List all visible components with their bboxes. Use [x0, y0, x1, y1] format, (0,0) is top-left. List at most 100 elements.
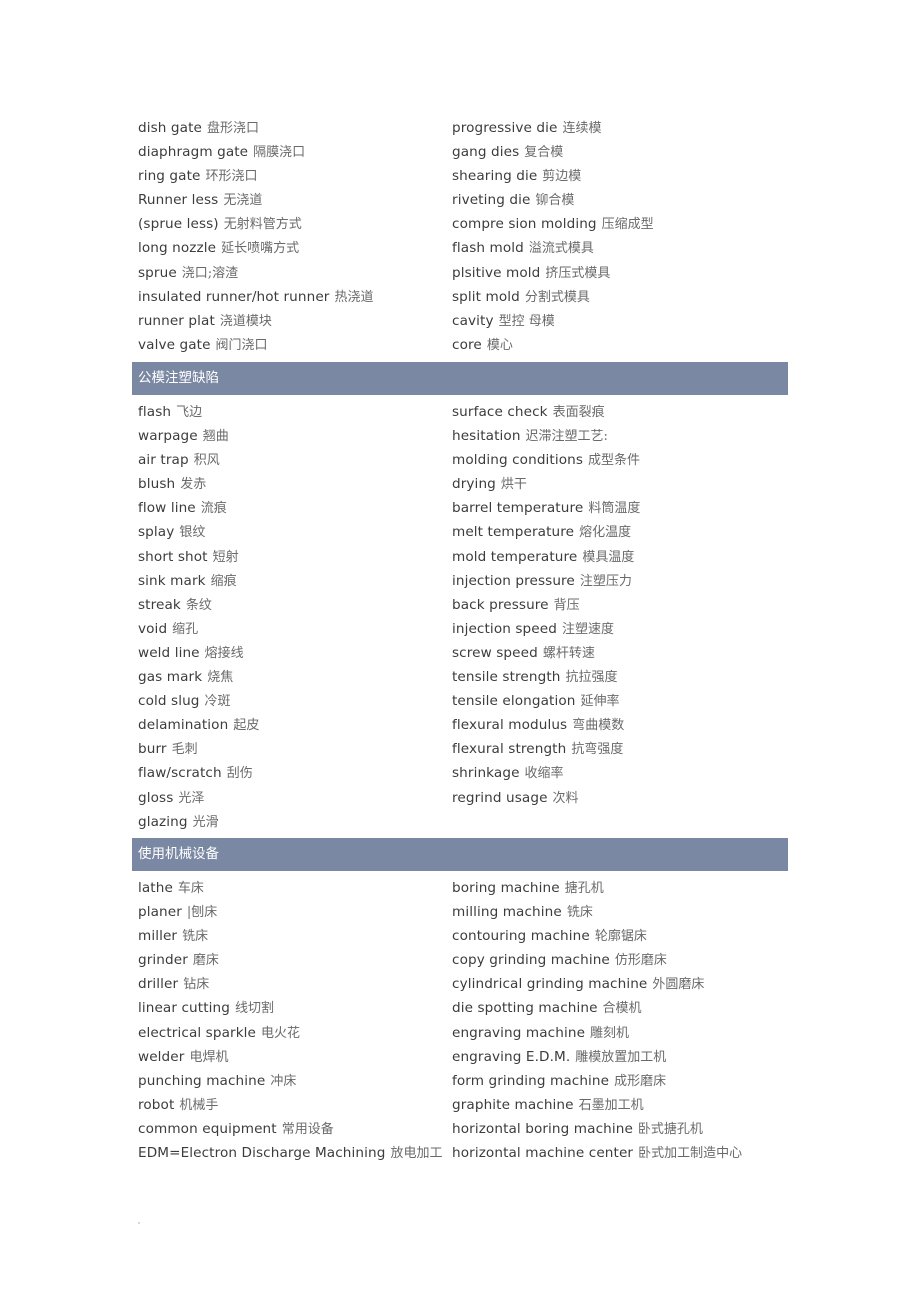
glossary-entry: sprue 浇口;溶渣 — [132, 261, 446, 285]
term-chinese: 表面裂痕 — [552, 405, 605, 420]
glossary-entry: dish gate 盘形浇口 — [132, 116, 446, 140]
term-chinese: 抗弯强度 — [571, 742, 624, 758]
term-english: delamination — [138, 717, 229, 734]
glossary-entry: split mold 分割式模具 — [446, 285, 788, 309]
glossary-entry: drying 烘干 — [446, 472, 788, 496]
glossary-entry: glazing 光滑 — [132, 810, 446, 834]
term-english: splay — [138, 524, 175, 541]
term-english: injection pressure — [452, 572, 575, 589]
term-english: gloss — [138, 789, 174, 806]
term-chinese: 雕刻机 — [590, 1025, 630, 1041]
glossary-entry: flash mold 溢流式模具 — [446, 236, 788, 260]
glossary-entry: flexural strength 抗弯强度 — [446, 737, 788, 761]
term-chinese: 石墨加工机 — [578, 1097, 644, 1113]
term-chinese: 环形浇口 — [205, 169, 258, 185]
term-chinese: 次料 — [552, 790, 579, 806]
glossary-entry: graphite machine 石墨加工机 — [446, 1093, 788, 1117]
term-english: long nozzle — [138, 240, 217, 257]
term-english: cavity — [452, 312, 494, 329]
glossary-entry: gang dies 复合模 — [446, 140, 788, 164]
glossary-entry: runner plat 浇道模块 — [132, 309, 446, 333]
term-chinese: 无射料管方式 — [223, 217, 302, 233]
term-english: Runner less — [138, 192, 219, 209]
term-chinese: 缩痕 — [210, 573, 237, 589]
term-english: regrind usage — [452, 789, 548, 806]
section-gates-dies: dish gate 盘形浇口 diaphragm gate 隔膜浇口 ring gate… — [132, 116, 788, 357]
section-header-molding-defects: 公模注塑缺陷 — [132, 362, 788, 395]
glossary-entry: milling machine 铣床 — [446, 900, 788, 924]
term-english: back pressure — [452, 596, 549, 613]
term-english: barrel temperature — [452, 500, 584, 517]
term-english: progressive die — [452, 120, 558, 136]
term-chinese: 铣床 — [566, 905, 593, 921]
term-chinese: 卧式搪孔机 — [637, 1121, 703, 1137]
section-molding-defects: flash 飞边 warpage 翘曲 air trap 积风 blush 发赤 flow li… — [132, 400, 788, 834]
term-english: copy grinding machine — [452, 952, 610, 969]
term-english: flow line — [138, 500, 196, 517]
term-chinese: 缩孔 — [172, 621, 199, 637]
term-chinese: 电焊机 — [189, 1049, 229, 1065]
term-chinese: 磨床 — [192, 953, 219, 969]
term-english: compre sion molding — [452, 216, 597, 233]
term-english: sink mark — [138, 572, 206, 589]
term-chinese: 无浇道 — [223, 193, 263, 209]
section-header-machinery: 使用机械设备 — [132, 838, 788, 871]
term-chinese: 阀门浇口 — [215, 337, 268, 353]
term-chinese: 迟滞注塑工艺: — [525, 429, 608, 445]
term-chinese: 模具温度 — [582, 549, 635, 565]
term-chinese: 光泽 — [178, 790, 205, 806]
term-chinese: 轮廓锯床 — [594, 929, 647, 945]
term-english: insulated runner/hot runner — [138, 288, 330, 305]
term-chinese: 连续模 — [562, 121, 602, 136]
term-chinese: 成形磨床 — [614, 1073, 667, 1089]
term-chinese: 飞边 — [176, 405, 203, 420]
term-chinese: 溢流式模具 — [528, 241, 594, 257]
term-english: boring machine — [452, 880, 560, 896]
term-chinese: 熔化温度 — [579, 525, 632, 541]
term-english: tensile elongation — [452, 693, 576, 710]
term-chinese: 烘干 — [500, 477, 527, 493]
glossary-entry: gloss 光泽 — [132, 786, 446, 810]
term-chinese: 起皮 — [233, 718, 260, 734]
term-english: flaw/scratch — [138, 765, 222, 782]
term-english: engraving E.D.M. — [452, 1048, 571, 1065]
term-english: glazing — [138, 813, 188, 830]
term-english: shrinkage — [452, 765, 520, 782]
term-english: robot — [138, 1096, 175, 1113]
glossary-entry: engraving machine 雕刻机 — [446, 1021, 788, 1045]
left-column: dish gate 盘形浇口 diaphragm gate 隔膜浇口 ring gate… — [132, 116, 446, 357]
term-chinese: 注塑压力 — [579, 573, 632, 589]
term-english: cylindrical grinding machine — [452, 976, 648, 993]
glossary-entry: grinder 磨床 — [132, 948, 446, 972]
term-english: welder — [138, 1048, 185, 1065]
term-english: graphite machine — [452, 1096, 574, 1113]
glossary-entry: miller 铣床 — [132, 924, 446, 948]
glossary-entry: molding conditions 成型条件 — [446, 448, 788, 472]
term-chinese: 浇道模块 — [219, 313, 272, 329]
term-chinese: 铣床 — [182, 929, 209, 945]
term-chinese: 毛刺 — [171, 742, 198, 758]
glossary-entry: warpage 翘曲 — [132, 424, 446, 448]
term-english: surface check — [452, 404, 548, 420]
term-chinese: 成型条件 — [588, 453, 641, 469]
term-chinese: 收缩率 — [524, 766, 564, 782]
term-english: short shot — [138, 548, 208, 565]
term-chinese: 料筒温度 — [588, 501, 641, 517]
glossary-entry: barrel temperature 料筒温度 — [446, 496, 788, 520]
term-english: planer — [138, 904, 182, 921]
glossary-entry: ring gate 环形浇口 — [132, 164, 446, 188]
term-english: ring gate — [138, 168, 201, 185]
glossary-entry: weld line 熔接线 — [132, 641, 446, 665]
glossary-entry: horizontal boring machine 卧式搪孔机 — [446, 1117, 788, 1141]
glossary-entry: tensile strength 抗拉强度 — [446, 665, 788, 689]
term-english: contouring machine — [452, 928, 590, 945]
term-chinese: 抗拉强度 — [565, 670, 618, 686]
glossary-entry: burr 毛刺 — [132, 737, 446, 761]
glossary-entry: core 模心 — [446, 333, 788, 357]
glossary-entry: flexural modulus 弯曲模数 — [446, 713, 788, 737]
term-chinese: 仿形磨床 — [614, 953, 667, 969]
term-english: electrical sparkle — [138, 1024, 257, 1041]
glossary-entry: shrinkage 收缩率 — [446, 761, 788, 785]
glossary-entry: melt temperature 熔化温度 — [446, 520, 788, 544]
term-english: horizontal machine center — [452, 1145, 634, 1162]
